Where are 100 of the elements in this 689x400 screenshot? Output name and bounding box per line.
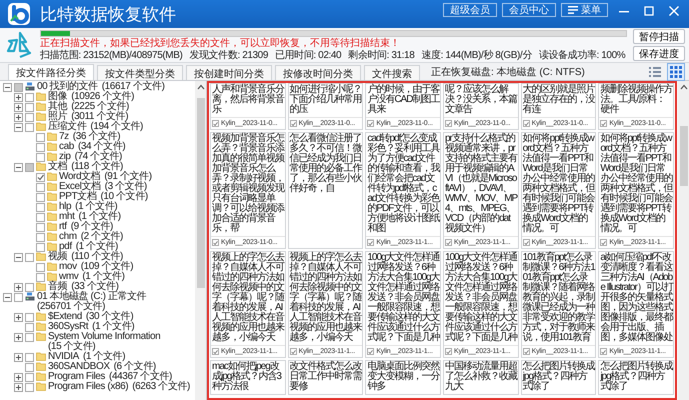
scroll-up-icon[interactable] — [680, 84, 688, 90]
file-card[interactable]: mac如何把jpeg改成jpg格式？内含3种方法很 — [210, 360, 286, 395]
checkbox[interactable] — [212, 348, 219, 355]
checkbox[interactable] — [25, 322, 34, 332]
scroll-thumb[interactable] — [196, 98, 204, 288]
tree-item[interactable]: 其他 (2225 个文件) — [14, 102, 195, 112]
checkbox[interactable] — [600, 120, 608, 127]
category-tab[interactable]: 按修改时间分类 — [275, 65, 361, 80]
checkbox[interactable] — [36, 132, 45, 142]
checkbox[interactable] — [25, 382, 34, 392]
tree-item[interactable]: Program Files (44367 个文件) — [14, 372, 195, 382]
header-button[interactable]: 超级会员 — [443, 3, 497, 17]
checkbox[interactable] — [36, 202, 45, 212]
file-card[interactable]: 中国移动流量用超了怎么补救？收藏九大 — [442, 360, 519, 395]
tree-item[interactable]: 音频 (33 个文件) — [14, 282, 195, 292]
tree-item[interactable]: NVIDIA (1 个文件) — [14, 352, 195, 362]
tree-item[interactable]: 01 本地磁盘 (C:) 正常文件 (256701 个文件) — [3, 292, 195, 312]
tree-item[interactable]: zip (74 个文件) — [25, 152, 195, 162]
tree-item[interactable]: mov (109 个文件) — [25, 262, 195, 272]
scrollbar[interactable] — [195, 81, 206, 400]
checkbox[interactable] — [25, 252, 34, 262]
checkbox[interactable] — [36, 172, 45, 182]
checkbox[interactable] — [14, 292, 23, 302]
scrollbar[interactable] — [678, 81, 689, 400]
header-button[interactable]: 会员中心 — [502, 3, 556, 17]
checkbox[interactable] — [36, 232, 45, 242]
checkbox[interactable] — [367, 120, 374, 127]
checkbox[interactable] — [522, 239, 530, 246]
file-card[interactable]: 怎么把图片转换成jpg格式？四种方式除了 — [598, 360, 674, 395]
checkbox[interactable] — [25, 102, 34, 112]
checkbox[interactable] — [36, 142, 45, 152]
checkbox[interactable] — [25, 362, 34, 372]
checkbox[interactable] — [522, 120, 530, 127]
tree-item[interactable]: 360SysRt (1 个文件) — [14, 322, 195, 332]
checkbox[interactable] — [36, 262, 45, 272]
grid-view-button[interactable] — [667, 63, 685, 81]
checkbox[interactable] — [600, 348, 608, 355]
tree-item[interactable]: 照片 (3011 个文件) — [14, 112, 195, 122]
menu-button[interactable]: 菜单 — [561, 3, 608, 17]
tree-item[interactable]: wmv (1 个文件) — [25, 272, 195, 282]
tree-item[interactable]: $Extend (30 个文件) — [14, 312, 195, 322]
checkbox[interactable] — [25, 332, 34, 342]
checkbox[interactable] — [36, 242, 45, 252]
collapse-icon[interactable] — [3, 82, 12, 92]
checkbox[interactable] — [14, 82, 23, 92]
tree-item[interactable]: Program Files (x86) (6263 个文件) — [14, 382, 195, 392]
expand-icon[interactable] — [14, 102, 23, 112]
checkbox[interactable] — [444, 348, 452, 355]
expand-icon[interactable] — [14, 372, 23, 382]
checkbox[interactable] — [36, 152, 45, 162]
collapse-icon[interactable] — [14, 252, 23, 262]
maximize-icon[interactable] — [643, 5, 655, 17]
file-card[interactable]: 改文件格式怎么改日常工作中时常需要修 — [288, 360, 364, 395]
checkbox[interactable] — [444, 239, 452, 246]
tree-item[interactable]: 压缩文件 (194 个文件) — [14, 122, 195, 132]
checkbox[interactable] — [25, 92, 34, 102]
expand-icon[interactable] — [14, 282, 23, 292]
expand-icon[interactable] — [14, 352, 23, 362]
tree-item[interactable]: Excel文档 (3 个文件) — [25, 182, 195, 192]
tree-item[interactable]: PPT文档 (10 个文件) — [25, 192, 195, 202]
tree-item[interactable]: System Volume Information (15 个文件) — [14, 332, 195, 352]
checkbox[interactable] — [444, 120, 452, 127]
collapse-icon[interactable] — [14, 162, 23, 172]
checkbox[interactable] — [25, 112, 34, 122]
expand-icon[interactable] — [14, 92, 23, 102]
tree-item[interactable]: 7z (36 个文件) — [25, 132, 195, 142]
tree-item[interactable]: mht (1 个文件) — [25, 212, 195, 222]
tree-item[interactable]: 图像 (10926 个文件) — [14, 92, 195, 102]
tree-item[interactable]: 360SANDBOX (6 个文件) — [14, 362, 195, 372]
scroll-up-icon[interactable] — [196, 84, 204, 90]
expand-icon[interactable] — [14, 112, 23, 122]
checkbox[interactable] — [25, 352, 34, 362]
tree-item[interactable]: 视频 (110 个文件) — [14, 252, 195, 262]
checkbox[interactable] — [212, 239, 219, 246]
tree-item[interactable]: cab (34 个文件) — [25, 142, 195, 152]
file-card[interactable]: 电脑桌面比例突然变大变模糊，一分钟多 — [365, 360, 441, 395]
scan-button[interactable]: 保存进度 — [633, 46, 685, 61]
tree-item[interactable]: 00 找到的文件 (16617 个文件) — [3, 82, 195, 92]
checkbox[interactable] — [367, 239, 374, 246]
checkbox[interactable] — [367, 348, 374, 355]
checkbox[interactable] — [212, 120, 219, 127]
checkbox[interactable] — [36, 222, 45, 232]
close-icon[interactable] — [668, 5, 680, 17]
tree-item[interactable]: pdf (1 个文件) — [25, 242, 195, 252]
category-tab[interactable]: 按文件类型分类 — [97, 65, 183, 80]
checkbox[interactable] — [36, 192, 45, 202]
checkbox[interactable] — [25, 372, 34, 382]
checkbox[interactable] — [25, 282, 34, 292]
expand-icon[interactable] — [14, 312, 23, 322]
checkbox[interactable] — [25, 312, 34, 322]
checkbox[interactable] — [36, 212, 45, 222]
tree-item[interactable]: rtf (9 个文件) — [25, 222, 195, 232]
scroll-thumb[interactable] — [680, 126, 688, 186]
checkbox[interactable] — [36, 272, 45, 282]
tree-item[interactable]: chm (2 个文件) — [25, 232, 195, 242]
checkbox[interactable] — [25, 162, 34, 172]
collapse-icon[interactable] — [14, 122, 23, 132]
tree-item[interactable]: 文档 (118 个文件) — [14, 162, 195, 172]
checkbox[interactable] — [290, 348, 297, 355]
expand-icon[interactable] — [14, 332, 23, 342]
